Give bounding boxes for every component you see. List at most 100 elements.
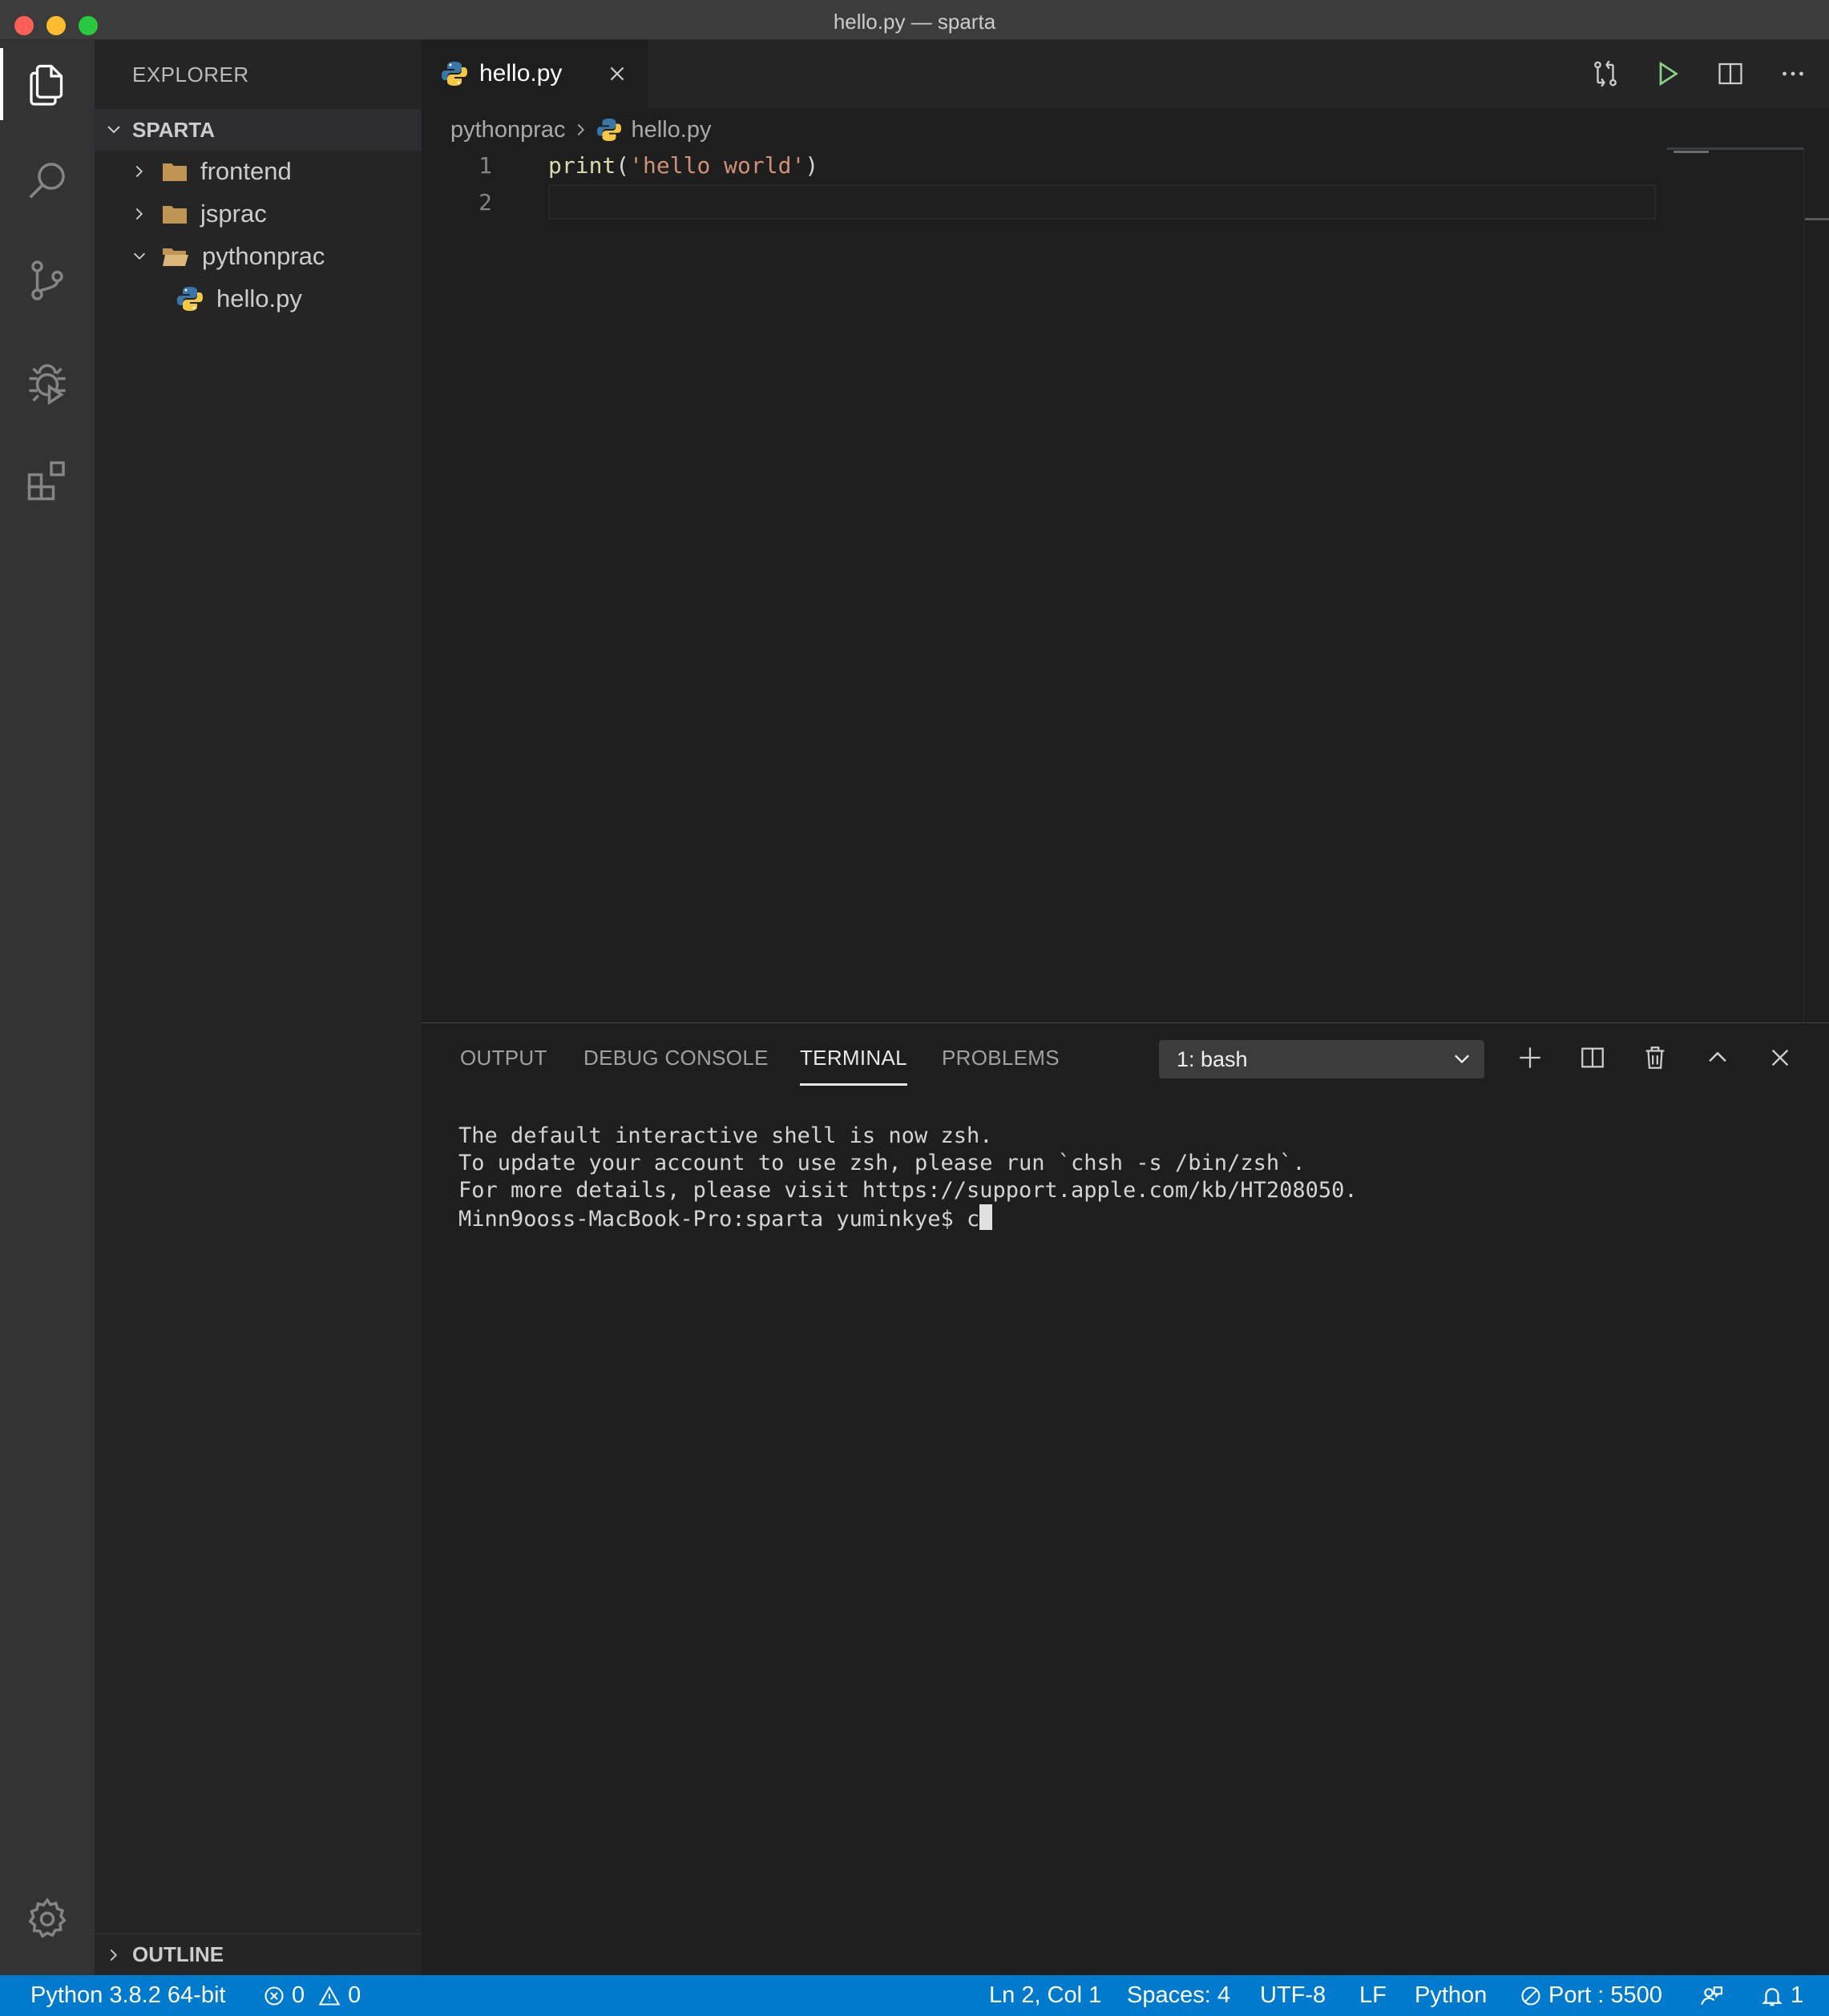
split-editor-button[interactable]	[1714, 57, 1747, 91]
indentation: Spaces: 4	[1127, 1982, 1230, 2008]
status-bar: Python 3.8.2 64-bit 0 0 Ln 2, Col 1 Spac…	[0, 1975, 1829, 2016]
new-terminal-button[interactable]	[1515, 1042, 1545, 1073]
code-function: print	[548, 151, 616, 179]
close-panel-button[interactable]	[1765, 1042, 1795, 1073]
more-actions-button[interactable]	[1776, 57, 1810, 91]
tab-debug-console[interactable]: DEBUG CONSOLE	[583, 1046, 769, 1078]
warning-count: 0	[348, 1982, 361, 2008]
minimap-line	[1674, 151, 1709, 153]
tab-output[interactable]: OUTPUT	[460, 1046, 547, 1078]
terminal-output[interactable]: The default interactive shell is now zsh…	[458, 1123, 1358, 1233]
breadcrumb-folder[interactable]: pythonprac	[450, 117, 566, 143]
maximize-panel-button[interactable]	[1702, 1042, 1733, 1073]
run-icon	[1659, 61, 1678, 87]
tab-hello-py[interactable]: hello.py	[422, 40, 648, 107]
terminal-select-value: 1: bash	[1177, 1046, 1248, 1071]
title-bar: hello.py — sparta	[0, 0, 1829, 40]
terminal-cursor	[979, 1204, 993, 1230]
problems-item[interactable]: 0 0	[263, 1975, 361, 2016]
editor-toolbar	[1589, 40, 1810, 107]
workspace-section-header[interactable]: SPARTA	[95, 109, 422, 151]
more-icon	[1783, 71, 1803, 76]
explorer-activity[interactable]	[0, 40, 95, 128]
close-icon	[1771, 1049, 1789, 1066]
feedback-item[interactable]	[1699, 1975, 1725, 2016]
debug-icon	[29, 364, 66, 405]
line-number: 1	[478, 151, 492, 179]
notifications-item[interactable]: 1	[1760, 1975, 1803, 2016]
folder-open-icon	[162, 245, 189, 268]
minimap-viewport	[1667, 147, 1803, 150]
bell-icon	[1762, 1987, 1783, 2006]
tree-item-jsprac[interactable]: jsprac	[95, 193, 422, 235]
error-count: 0	[292, 1982, 305, 2008]
editor-scrollbar[interactable]	[1803, 147, 1829, 1022]
settings-button[interactable]	[0, 1875, 95, 1963]
code-line[interactable]: 1 print('hello world')	[422, 147, 1656, 183]
python-file-icon	[441, 60, 468, 87]
gear-icon	[28, 1897, 67, 1938]
run-python-button[interactable]	[1651, 57, 1685, 91]
explorer-sidebar: EXPLORER SPARTA frontend jsprac pythonpr…	[95, 40, 422, 1975]
language-mode: Python	[1415, 1982, 1488, 2008]
python-interpreter-label: Python 3.8.2 64-bit	[30, 1982, 226, 2008]
python-file-icon	[596, 117, 622, 143]
terminal-line: The default interactive shell is now zsh…	[458, 1123, 993, 1148]
python-interpreter-item[interactable]: Python 3.8.2 64-bit	[30, 1975, 225, 2016]
eol: LF	[1359, 1982, 1387, 2008]
debug-activity[interactable]	[0, 337, 95, 425]
code-line[interactable]: 2	[422, 184, 1656, 220]
tab-problems[interactable]: PROBLEMS	[942, 1046, 1060, 1078]
maximize-chevron-icon	[1709, 1051, 1726, 1062]
tree-item-label: frontend	[200, 157, 292, 185]
encoding: UTF-8	[1260, 1982, 1326, 2008]
kill-terminal-button[interactable]	[1640, 1042, 1670, 1073]
breadcrumb-file[interactable]: hello.py	[632, 117, 712, 143]
close-icon	[610, 67, 624, 81]
code-string: 'hello world'	[629, 151, 805, 179]
indentation-item[interactable]: Spaces: 4	[1127, 1975, 1230, 2016]
search-icon	[29, 163, 65, 199]
tree-item-pythonprac[interactable]: pythonprac	[95, 236, 422, 277]
cursor-position-item[interactable]: Ln 2, Col 1	[989, 1975, 1101, 2016]
open-changes-icon	[1594, 60, 1617, 87]
tree-item-label: hello.py	[216, 284, 302, 312]
chevron-right-icon	[128, 203, 151, 225]
chevron-right-icon	[572, 121, 590, 139]
split-terminal-button[interactable]	[1577, 1042, 1608, 1073]
minimap[interactable]	[1667, 147, 1803, 1022]
error-icon	[264, 1986, 284, 2006]
editor-tab-bar: hello.py	[422, 40, 1829, 107]
chevron-right-icon	[128, 160, 151, 183]
python-file-icon	[176, 285, 204, 312]
terminal-prompt-line: Minn9ooss-MacBook-Pro:sparta yuminkye$ c	[458, 1204, 1358, 1233]
terminal-line: For more details, please visit https://s…	[458, 1178, 1358, 1203]
bottom-panel: OUTPUT DEBUG CONSOLE TERMINAL PROBLEMS 1…	[422, 1022, 1829, 1975]
notification-count: 1	[1791, 1982, 1804, 2008]
tab-terminal[interactable]: TERMINAL	[800, 1046, 907, 1086]
tree-item-hello-py[interactable]: hello.py	[95, 278, 422, 320]
eol-item[interactable]: LF	[1359, 1975, 1387, 2016]
outline-section-header[interactable]: OUTLINE	[95, 1933, 422, 1975]
chevron-down-icon	[1455, 1054, 1469, 1064]
live-server-port: Port : 5500	[1548, 1982, 1662, 2008]
tab-label: hello.py	[479, 60, 563, 87]
split-editor-icon	[1718, 62, 1742, 85]
workspace-name: SPARTA	[132, 117, 216, 142]
search-activity[interactable]	[0, 136, 95, 224]
close-tab-button[interactable]	[603, 59, 632, 88]
live-server-item[interactable]: Port : 5500	[1520, 1975, 1662, 2016]
tree-item-frontend[interactable]: frontend	[95, 151, 422, 192]
tree-item-label: pythonprac	[202, 242, 325, 270]
language-mode-item[interactable]: Python	[1415, 1975, 1487, 2016]
warning-icon	[318, 1985, 341, 2006]
files-icon	[30, 64, 63, 106]
split-terminal-icon	[1581, 1047, 1604, 1068]
open-changes-button[interactable]	[1589, 57, 1622, 91]
trash-icon	[1645, 1046, 1665, 1069]
extensions-activity[interactable]	[0, 437, 95, 525]
encoding-item[interactable]: UTF-8	[1260, 1975, 1326, 2016]
terminal-select[interactable]: 1: bash	[1159, 1040, 1484, 1079]
line-number: 2	[478, 188, 492, 216]
source-control-activity[interactable]	[0, 236, 95, 325]
